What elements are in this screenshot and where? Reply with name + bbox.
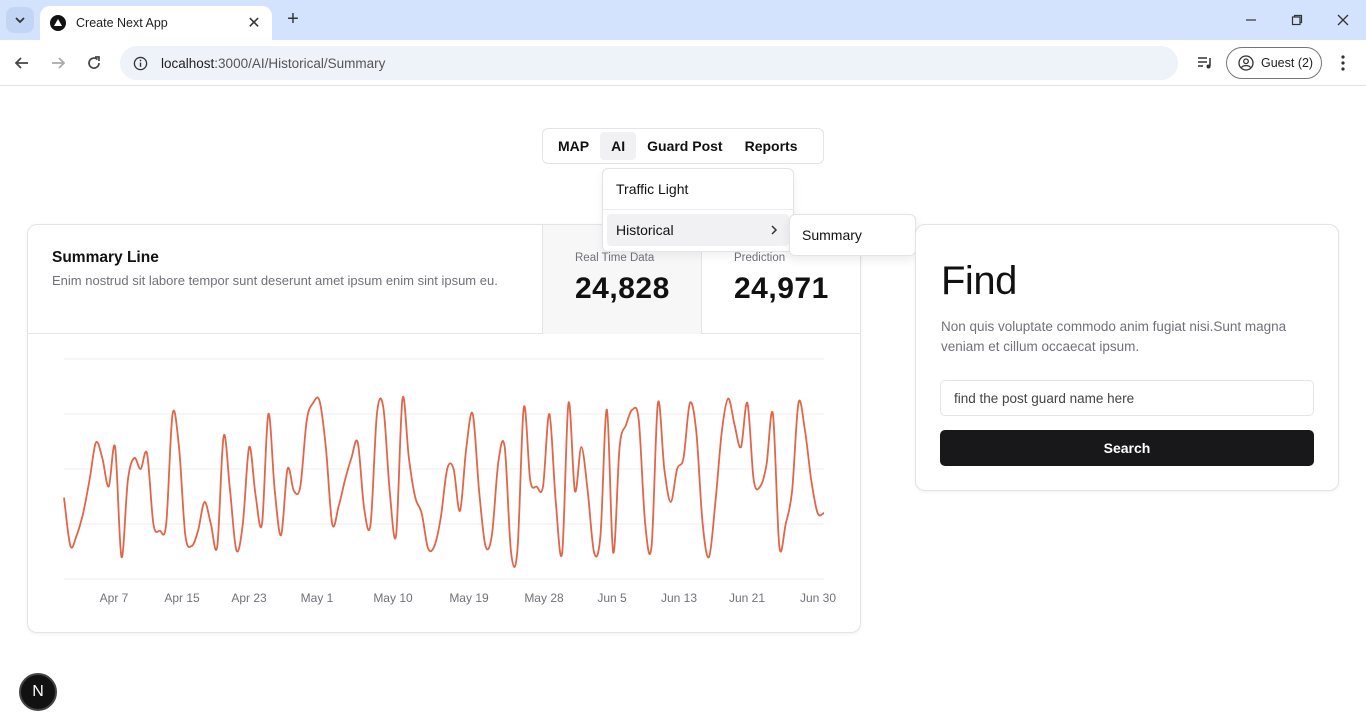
- x-tick-label: Jun 5: [597, 591, 627, 605]
- menu-item-traffic-light[interactable]: Traffic Light: [607, 173, 789, 205]
- minimize-icon[interactable]: [1239, 8, 1263, 32]
- stat-value: 24,828: [575, 272, 670, 305]
- x-tick-label: May 28: [524, 591, 564, 605]
- forward-icon[interactable]: [46, 51, 70, 75]
- ai-dropdown-menu: Traffic Light Historical: [602, 168, 794, 252]
- x-tick-label: Jun 13: [661, 591, 697, 605]
- browser-tab-strip: Create Next App ✕ +: [0, 0, 1366, 40]
- summary-card: Summary Line Enim nostrud sit labore tem…: [27, 224, 861, 633]
- media-controls-icon[interactable]: [1193, 51, 1217, 75]
- account-icon: [1238, 55, 1254, 71]
- menu-item-label: Historical: [616, 222, 674, 238]
- more-menu-icon[interactable]: [1333, 51, 1353, 75]
- browser-tab[interactable]: Create Next App ✕: [40, 6, 272, 40]
- close-tab-icon[interactable]: ✕: [244, 13, 264, 33]
- chevron-down-icon: [15, 17, 25, 24]
- url-text: localhost:3000/AI/Historical/Summary: [161, 56, 385, 71]
- x-tick-label: May 10: [373, 591, 413, 605]
- profile-button[interactable]: Guest (2): [1226, 47, 1322, 79]
- find-description: Non quis voluptate commodo anim fugiat n…: [941, 319, 1287, 354]
- guard-search-input[interactable]: [940, 380, 1314, 416]
- tab-search-button[interactable]: [6, 7, 34, 33]
- historical-submenu: Summary: [789, 214, 916, 256]
- summary-line-chart[interactable]: Apr 7 Apr 15 Apr 23 May 1 May 10 May 19 May 28…: [28, 335, 861, 633]
- profile-label: Guest (2): [1261, 56, 1314, 70]
- card-title: Summary Line: [52, 249, 159, 266]
- stat-label: Prediction: [734, 252, 786, 264]
- x-tick-label: May 1: [301, 591, 334, 605]
- x-tick-label: May 19: [449, 591, 489, 605]
- main-nav: MAP AI Guard Post Reports: [542, 128, 824, 164]
- restore-icon[interactable]: [1285, 8, 1309, 32]
- x-tick-label: Apr 23: [231, 591, 267, 605]
- nextjs-dev-indicator-icon[interactable]: N: [19, 673, 57, 711]
- find-card: Find Non quis voluptate commodo anim fug…: [915, 224, 1339, 491]
- x-tick-label: Apr 15: [164, 591, 200, 605]
- menu-item-historical[interactable]: Historical: [607, 214, 789, 246]
- url-host: localhost: [161, 55, 215, 71]
- site-info-icon[interactable]: [132, 55, 148, 71]
- nav-item-guard-post[interactable]: Guard Post: [636, 132, 733, 160]
- series-line: [63, 395, 825, 568]
- menu-item-summary[interactable]: Summary: [802, 227, 862, 243]
- card-description: Enim nostrud sit labore tempor sunt dese…: [52, 273, 498, 288]
- address-toolbar: localhost:3000/AI/Historical/Summary Gue…: [0, 40, 1366, 86]
- x-tick-label: Jun 21: [729, 591, 765, 605]
- tab-title: Create Next App: [76, 16, 168, 30]
- reload-icon[interactable]: [82, 51, 106, 75]
- chevron-right-icon: [771, 225, 778, 235]
- menu-divider: [603, 209, 793, 210]
- new-tab-icon[interactable]: +: [282, 8, 304, 30]
- nav-item-ai[interactable]: AI: [600, 132, 637, 160]
- x-tick-label: Apr 7: [100, 591, 129, 605]
- close-window-icon[interactable]: [1331, 8, 1355, 32]
- back-icon[interactable]: [10, 51, 34, 75]
- x-tick-label: Jun 30: [800, 591, 836, 605]
- search-button[interactable]: Search: [940, 430, 1314, 466]
- stat-label: Real Time Data: [575, 252, 655, 264]
- nextjs-favicon-icon: [50, 15, 66, 31]
- find-title: Find: [941, 259, 1017, 303]
- nav-item-map[interactable]: MAP: [547, 132, 600, 160]
- url-path: :3000/AI/Historical/Summary: [214, 55, 386, 71]
- url-bar[interactable]: localhost:3000/AI/Historical/Summary: [120, 46, 1178, 80]
- stat-value: 24,971: [734, 272, 829, 305]
- nav-item-reports[interactable]: Reports: [734, 132, 809, 160]
